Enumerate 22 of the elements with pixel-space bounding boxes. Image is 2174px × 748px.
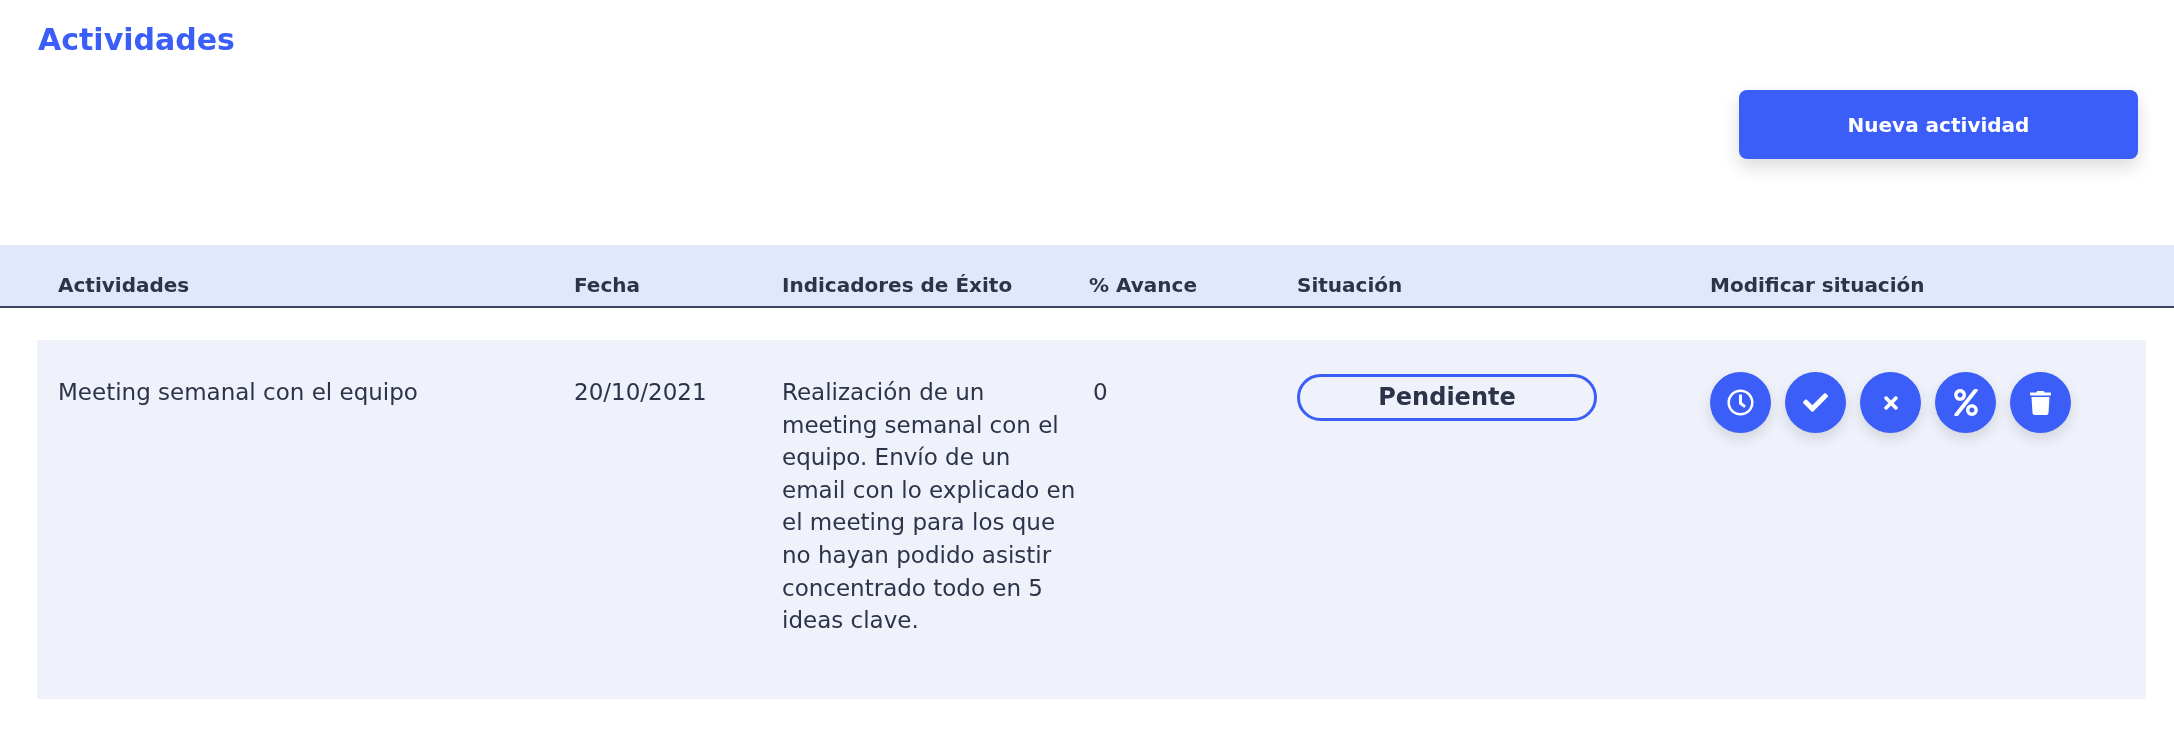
clock-icon xyxy=(1727,389,1754,416)
indicators-cell-text: Realización de un meeting semanal con el equipo. Envío de un email con lo explicado en el meeting para los que no hayan podido asistir concentrado todo en 5 ideas clave. xyxy=(782,378,1077,636)
column-header: Indicadores de Éxito xyxy=(782,272,1013,298)
column-header: Modificar situación xyxy=(1710,272,1925,298)
clock-button[interactable] xyxy=(1710,372,1771,433)
column-header: Actividades xyxy=(58,272,190,298)
cross-button[interactable] xyxy=(1860,372,1921,433)
check-icon xyxy=(1803,390,1828,415)
date-cell-text: 20/10/2021 xyxy=(574,378,707,407)
page-title: Actividades xyxy=(38,22,235,58)
check-button[interactable] xyxy=(1785,372,1846,433)
column-header: % Avance xyxy=(1089,272,1197,298)
status-badge: Pendiente xyxy=(1297,374,1597,421)
column-header: Fecha xyxy=(574,272,640,298)
delete-button[interactable] xyxy=(2010,372,2071,433)
activity-cell-text: Meeting semanal con el equipo xyxy=(58,378,418,407)
progress-cell-text: 0 xyxy=(1092,378,1108,407)
percent-button[interactable] xyxy=(1935,372,1996,433)
trash-icon xyxy=(2030,390,2051,415)
column-header: Situación xyxy=(1297,272,1403,298)
percent-icon xyxy=(1953,389,1978,416)
new-activity-button[interactable]: Nueva actividad xyxy=(1739,90,2138,159)
